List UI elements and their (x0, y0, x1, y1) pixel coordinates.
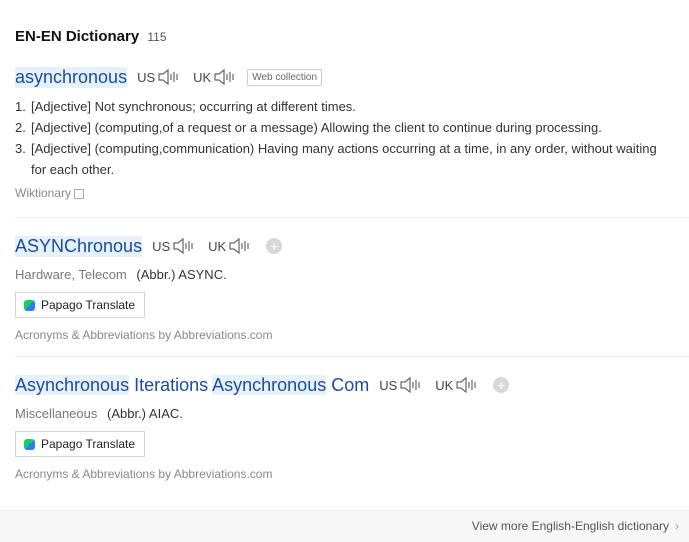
pron-uk-label: UK (193, 69, 212, 85)
papago-translate-button[interactable]: Papago Translate (15, 431, 146, 457)
speaker-icon[interactable] (455, 376, 481, 394)
definition-number: 2. (15, 120, 26, 135)
divider (15, 356, 689, 357)
definition-number: 1. (15, 99, 26, 114)
source-link[interactable]: Acronyms & Abbreviations by Abbreviation… (15, 328, 272, 342)
definition-number: 3. (15, 141, 26, 156)
source-link[interactable]: Wiktionary (15, 186, 71, 200)
pron-uk-label: UK (208, 238, 227, 254)
headword-part: Com (326, 374, 370, 395)
chevron-right-icon: › (675, 519, 679, 533)
papago-logo-icon (24, 299, 35, 311)
entry-asynchronous: asynchronous US UK Web collection 1. [Ad… (15, 64, 689, 200)
pron-us-label: US (137, 69, 156, 85)
definition-text: [Adjective] (computing,communication) Ha… (31, 141, 657, 177)
speaker-icon[interactable] (213, 68, 239, 86)
pron-uk[interactable]: UK (193, 68, 239, 86)
copy-icon[interactable] (74, 188, 85, 199)
headword-part: Asynchronous (212, 374, 327, 395)
headword-part: Asynchronous (15, 374, 130, 395)
entry-meta: Miscellaneous (Abbr.) AIAC. (15, 406, 689, 421)
pron-us[interactable]: US (379, 376, 425, 394)
definition-item: 3. [Adjective] (computing,communication)… (15, 138, 689, 180)
definition-list: 1. [Adjective] Not synchronous; occurrin… (15, 96, 689, 180)
papago-translate-label: Papago Translate (41, 437, 136, 451)
speaker-icon[interactable] (228, 237, 254, 255)
headword-link[interactable]: Asynchronous Iterations Asynchronous Com (15, 374, 370, 396)
definition-item: 2. [Adjective] (computing,of a request o… (15, 117, 689, 138)
headword-link[interactable]: ASYNChronous (15, 235, 143, 257)
view-more-label: View more English-English dictionary (471, 519, 669, 533)
headword-part: Iterations (129, 374, 213, 395)
abbreviation: (Abbr.) ASYNC. (136, 267, 227, 282)
pron-us[interactable]: US (152, 237, 198, 255)
definition-text: [Adjective] Not synchronous; occurring a… (31, 99, 356, 114)
pron-uk[interactable]: UK (208, 237, 254, 255)
view-more-link[interactable]: View more English-English dictionary › (472, 519, 679, 533)
source-line: Acronyms & Abbreviations by Abbreviation… (15, 328, 689, 342)
dictionary-title: EN-EN Dictionary (15, 28, 140, 45)
speaker-icon[interactable] (172, 237, 198, 255)
field-label: Hardware, Telecom (15, 267, 127, 282)
speaker-icon[interactable] (399, 376, 425, 394)
entry-aiac: Asynchronous Iterations Asynchronous Com… (15, 372, 689, 481)
pron-us-label: US (152, 238, 171, 254)
papago-translate-button[interactable]: Papago Translate (15, 292, 146, 318)
definition-text: [Adjective] (computing,of a request or a… (31, 120, 602, 135)
entry-asynchronous-abbr: ASYNChronous US UK + Hardware, Telecom (… (15, 233, 689, 342)
abbreviation: (Abbr.) AIAC. (107, 406, 183, 421)
footer-bar: View more English-English dictionary › (0, 510, 689, 542)
definition-item: 1. [Adjective] Not synchronous; occurrin… (15, 96, 689, 117)
speaker-icon[interactable] (157, 68, 183, 86)
papago-translate-label: Papago Translate (41, 298, 136, 312)
headword-link[interactable]: asynchronous (15, 66, 128, 88)
entry-meta: Hardware, Telecom (Abbr.) ASYNC. (15, 267, 689, 282)
papago-logo-icon (24, 438, 35, 450)
pron-us-label: US (379, 377, 398, 393)
web-collection-tag[interactable]: Web collection (247, 68, 323, 86)
field-label: Miscellaneous (15, 406, 98, 421)
add-wordbook-icon[interactable]: + (493, 377, 510, 393)
source-link[interactable]: Acronyms & Abbreviations by Abbreviation… (15, 467, 272, 481)
source-line: Acronyms & Abbreviations by Abbreviation… (15, 467, 689, 481)
source-line: Wiktionary (15, 186, 689, 200)
pron-uk-label: UK (435, 377, 454, 393)
dictionary-header: EN-EN Dictionary 115 (15, 28, 167, 45)
add-wordbook-icon[interactable]: + (266, 238, 283, 254)
divider (15, 217, 689, 218)
result-count: 115 (147, 30, 167, 44)
pron-us[interactable]: US (137, 68, 183, 86)
pron-uk[interactable]: UK (435, 376, 481, 394)
